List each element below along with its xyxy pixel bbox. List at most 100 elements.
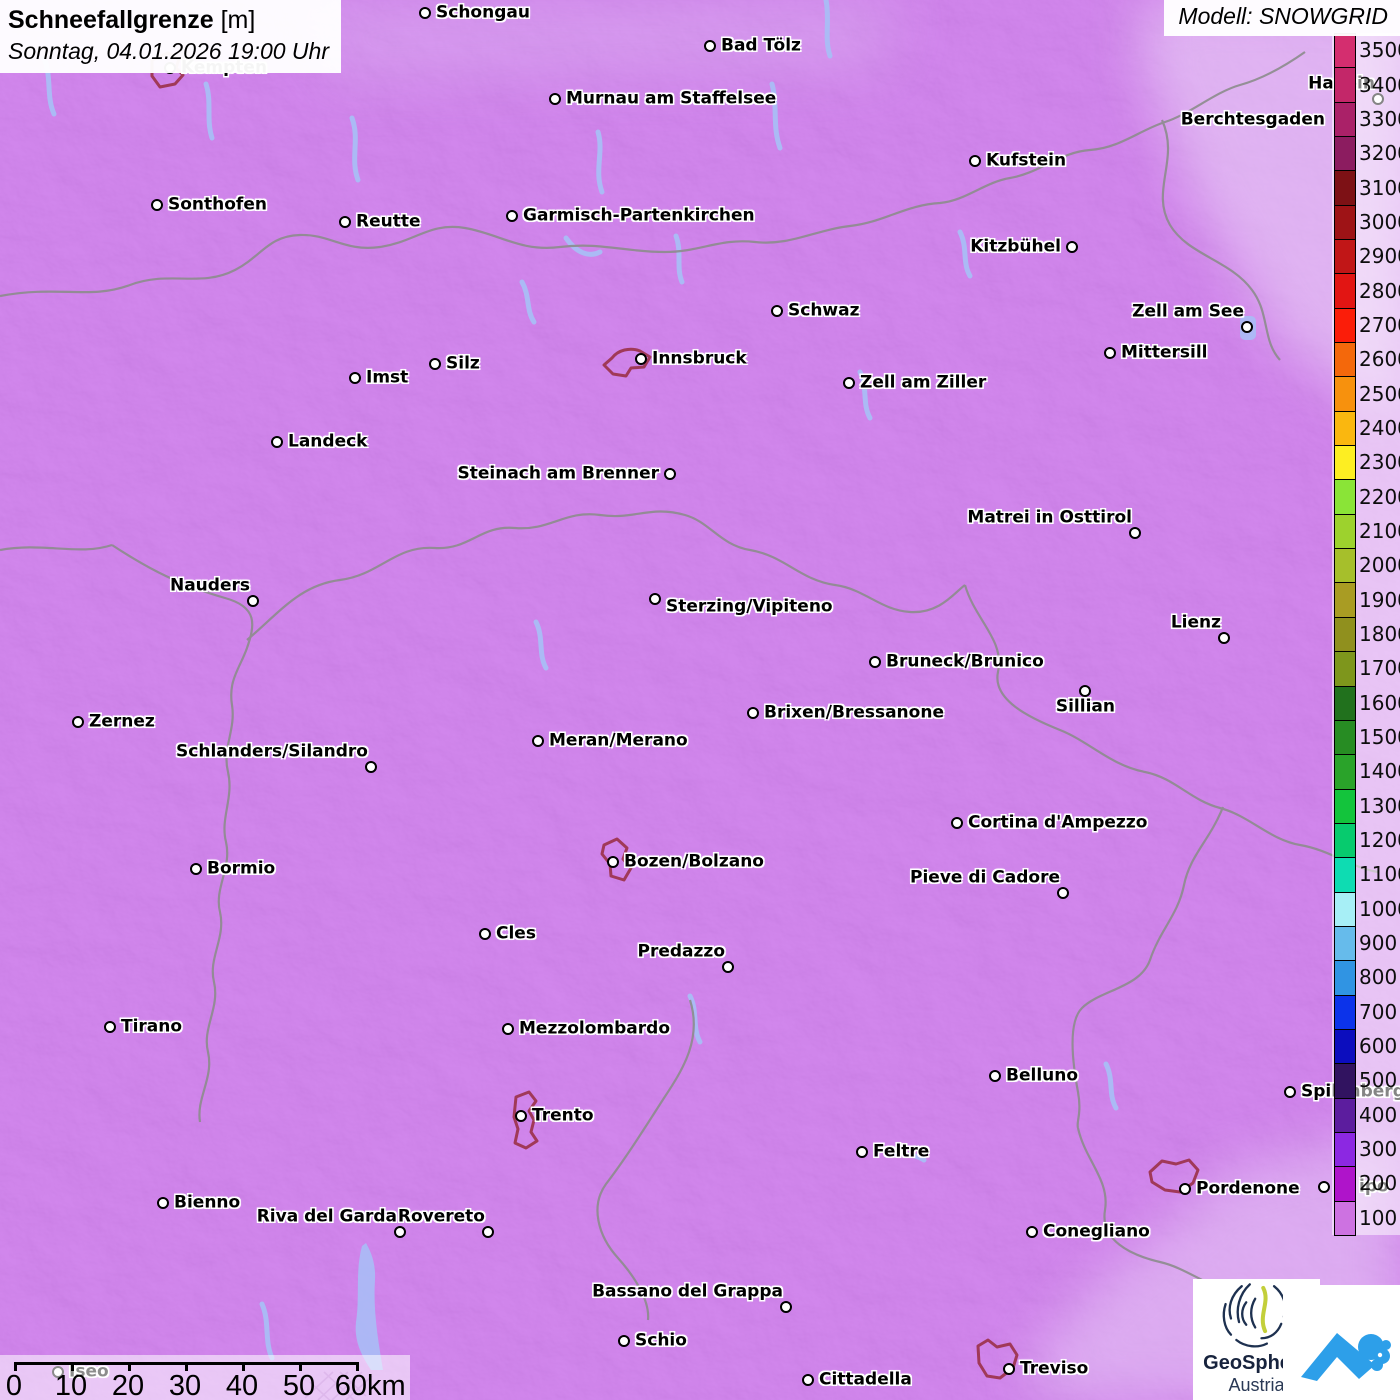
town-label: Riva del Garda <box>257 1207 397 1227</box>
town-label: Reutte <box>356 212 421 232</box>
colorbar-value: 900 <box>1359 931 1397 955</box>
colorbar-value: 700 <box>1359 1000 1397 1024</box>
town-label: Bienno <box>174 1193 240 1213</box>
colorbar-value: 100 <box>1359 1206 1397 1230</box>
colorbar-cell <box>1334 617 1356 652</box>
town-dot <box>72 716 84 728</box>
colorbar-value: 400 <box>1359 1103 1397 1127</box>
town-label: Mittersill <box>1121 343 1208 363</box>
colorbar-value: 1200 <box>1359 828 1400 852</box>
town-label: Mezzolombardo <box>519 1019 670 1039</box>
colorbar-cell <box>1334 651 1356 687</box>
town-dot <box>429 358 441 370</box>
colorbar-cell <box>1334 514 1356 549</box>
town-label: Cittadella <box>819 1370 912 1390</box>
colorbar-value: 1600 <box>1359 691 1400 715</box>
town-dot <box>532 735 544 747</box>
elevation-colorbar: 3500340033003200310030002900280027002600… <box>1332 33 1400 1235</box>
title-parameter: Schneefallgrenze <box>8 6 214 34</box>
town-label: Murnau am Staffelsee <box>566 89 776 109</box>
town-dot <box>515 1110 527 1122</box>
colorbar-value: 3000 <box>1359 210 1400 234</box>
town-label: Schlanders/Silandro <box>176 742 368 762</box>
colorbar-cell <box>1334 342 1356 377</box>
town-label: Bozen/Bolzano <box>624 852 764 872</box>
scalebar-number: 40 <box>226 1370 258 1400</box>
colorbar-cell <box>1334 170 1356 206</box>
town-dot <box>1003 1363 1015 1375</box>
town-label: Steinach am Brenner <box>458 464 660 484</box>
town-dot <box>1066 241 1078 253</box>
colorbar-value: 2400 <box>1359 416 1400 440</box>
colorbar-cell <box>1334 1098 1356 1133</box>
town-dot <box>802 1374 814 1386</box>
colorbar-cell <box>1334 67 1356 103</box>
colorbar-value: 2700 <box>1359 313 1400 337</box>
colorbar-cell <box>1334 823 1356 858</box>
model-label: Modell: SNOWGRID <box>1164 0 1400 36</box>
town-label: Pordenone <box>1196 1179 1300 1199</box>
map-datetime: Sonntag, 04.01.2026 19:00 Uhr <box>8 38 329 65</box>
town-label: Matrei in Osttirol <box>967 508 1132 528</box>
town-dot <box>704 40 716 52</box>
town-dot <box>856 1146 868 1158</box>
town-dot <box>843 377 855 389</box>
colorbar-cell <box>1334 995 1356 1030</box>
town-label: Nauders <box>170 576 250 596</box>
colorbar-value: 1900 <box>1359 588 1400 612</box>
colorbar-value: 2500 <box>1359 382 1400 406</box>
colorbar-value: 3300 <box>1359 107 1400 131</box>
scalebar-number: 60km <box>335 1370 406 1400</box>
title-box: Schneefallgrenze [m] Sonntag, 04.01.2026… <box>0 0 341 73</box>
colorbar-value: 600 <box>1359 1034 1397 1058</box>
mountain-logo-icon <box>1283 1285 1400 1400</box>
town-label: Tirano <box>121 1017 182 1037</box>
town-dot <box>349 372 361 384</box>
town-label: Treviso <box>1020 1359 1088 1379</box>
town-label: Silz <box>446 354 480 374</box>
distance-scalebar: 0102030405060km <box>0 1355 410 1400</box>
town-dot <box>104 1021 116 1033</box>
town-label: Pieve di Cadore <box>910 868 1060 888</box>
town-dot <box>1026 1226 1038 1238</box>
town-label: Bassano del Grappa <box>592 1282 783 1302</box>
town-dot <box>969 155 981 167</box>
town-dot <box>1129 527 1141 539</box>
colorbar-value: 3400 <box>1359 73 1400 97</box>
town-label: Zell am See <box>1132 302 1244 322</box>
colorbar-value: 3100 <box>1359 176 1400 200</box>
town-label: Innsbruck <box>652 349 747 369</box>
colorbar-cell <box>1334 1166 1356 1202</box>
title-unit: [m] <box>214 6 256 34</box>
town-dot <box>664 468 676 480</box>
colorbar-cell <box>1334 479 1356 515</box>
town-label: Kitzbühel <box>970 237 1061 257</box>
partner-logo <box>1283 1285 1400 1400</box>
town-label: Zernez <box>89 712 155 732</box>
colorbar-value: 2200 <box>1359 485 1400 509</box>
town-dot <box>780 1301 792 1313</box>
town-label: Conegliano <box>1043 1222 1150 1242</box>
colorbar-value: 2100 <box>1359 519 1400 543</box>
colorbar-cell <box>1334 720 1356 755</box>
scalebar-number: 0 <box>6 1370 22 1400</box>
town-dot <box>607 856 619 868</box>
town-label: Sillian <box>1056 697 1115 717</box>
town-dot <box>1057 887 1069 899</box>
colorbar-value: 2300 <box>1359 450 1400 474</box>
town-label: Bruneck/Brunico <box>886 652 1044 672</box>
colorbar-cell <box>1334 33 1356 68</box>
town-label: Feltre <box>873 1142 929 1162</box>
colorbar-cell <box>1334 376 1356 412</box>
town-label: Zell am Ziller <box>860 373 986 393</box>
town-dot <box>502 1023 514 1035</box>
town-label: Brixen/Bressanone <box>764 703 944 723</box>
colorbar-value: 1100 <box>1359 862 1400 886</box>
scalebar-number: 10 <box>55 1370 87 1400</box>
town-label: Lienz <box>1171 613 1221 633</box>
colorbar-cell <box>1334 548 1356 583</box>
colorbar-value: 1000 <box>1359 897 1400 921</box>
town-label: Garmisch-Partenkirchen <box>523 206 755 226</box>
colorbar-cell <box>1334 1201 1356 1236</box>
town-label: Landeck <box>288 432 368 452</box>
